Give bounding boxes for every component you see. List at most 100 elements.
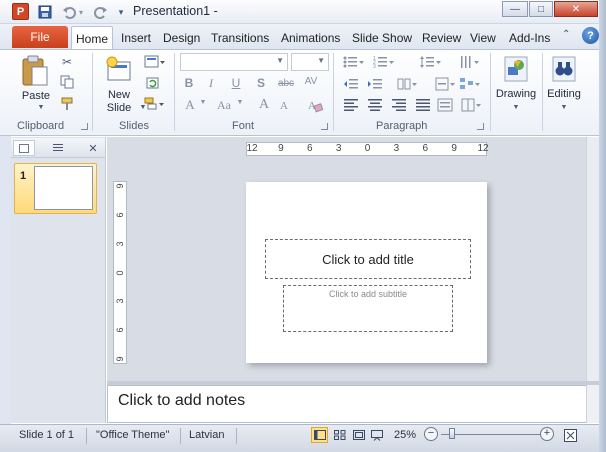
- layout-icon[interactable]: [143, 53, 167, 71]
- horizontal-ruler-tick: 6: [306, 143, 313, 154]
- maximize-button[interactable]: □: [529, 1, 553, 17]
- tab-insert[interactable]: Insert: [121, 28, 151, 48]
- zoom-out-button[interactable]: −: [424, 427, 438, 441]
- tab-review[interactable]: Review: [422, 28, 461, 48]
- clipboard-launcher-icon[interactable]: [81, 123, 88, 130]
- align-text-icon[interactable]: [434, 76, 458, 92]
- window-title: Presentation1 -: [133, 4, 218, 18]
- status-divider: [236, 428, 237, 444]
- column-layout-icon[interactable]: [460, 97, 484, 113]
- copy-icon[interactable]: [58, 74, 76, 90]
- font-color-dropdown-icon[interactable]: ▼: [199, 99, 207, 106]
- italic-button[interactable]: I: [203, 75, 219, 91]
- tab-file[interactable]: File: [12, 26, 68, 48]
- format-painter-icon[interactable]: [58, 96, 76, 112]
- outline-tab-icon[interactable]: [47, 140, 69, 156]
- slides-tab-icon[interactable]: [13, 140, 35, 156]
- editing-button[interactable]: Editing: [543, 88, 585, 100]
- editing-dropdown-icon[interactable]: ▼: [560, 104, 568, 111]
- binoculars-icon[interactable]: [550, 54, 578, 84]
- save-icon[interactable]: [36, 3, 54, 21]
- paste-button[interactable]: Paste: [18, 90, 54, 102]
- grow-font-button[interactable]: A: [255, 96, 273, 114]
- new-slide-label-2[interactable]: Slide: [100, 102, 138, 114]
- vertical-ruler-tick: 9: [115, 356, 125, 362]
- slide-thumbnail[interactable]: [34, 166, 93, 210]
- shadow-button[interactable]: S: [253, 75, 269, 91]
- customize-qat-icon[interactable]: ▾: [115, 3, 127, 21]
- strikethrough-button[interactable]: abc: [275, 75, 297, 91]
- slide-number: 1: [20, 170, 27, 182]
- decrease-indent-icon[interactable]: [342, 76, 360, 92]
- shrink-font-button[interactable]: A: [276, 98, 292, 114]
- line-spacing-icon[interactable]: [418, 54, 442, 70]
- bold-button[interactable]: B: [181, 75, 197, 91]
- distributed-icon[interactable]: [436, 97, 454, 113]
- font-name-combo[interactable]: ▼: [180, 53, 288, 71]
- new-slide-label-1[interactable]: New: [100, 89, 138, 101]
- vertical-ruler-tick: 0: [115, 270, 125, 276]
- title-placeholder[interactable]: Click to add title: [265, 239, 471, 279]
- tab-slide-show[interactable]: Slide Show: [352, 28, 412, 48]
- zoom-slider[interactable]: [441, 434, 541, 435]
- font-launcher-icon[interactable]: [321, 123, 328, 130]
- numbering-icon[interactable]: 123: [372, 54, 396, 70]
- zoom-slider-thumb[interactable]: [449, 428, 455, 439]
- clear-formatting-icon[interactable]: A: [306, 96, 324, 114]
- normal-view-icon[interactable]: [311, 427, 328, 443]
- reset-slide-icon[interactable]: [143, 75, 163, 91]
- columns-icon[interactable]: [396, 76, 420, 92]
- align-right-icon[interactable]: [390, 97, 408, 113]
- reading-view-icon[interactable]: [350, 427, 367, 443]
- tab-design[interactable]: Design: [163, 28, 200, 48]
- group-divider: [490, 53, 491, 131]
- subtitle-placeholder[interactable]: Click to add subtitle: [283, 285, 453, 332]
- paragraph-launcher-icon[interactable]: [477, 123, 484, 130]
- drawing-shapes-icon[interactable]: [502, 54, 530, 84]
- underline-button[interactable]: U: [228, 75, 244, 91]
- font-name-dropdown-icon[interactable]: ▼: [276, 56, 284, 65]
- fit-to-window-icon[interactable]: [562, 427, 579, 443]
- section-icon[interactable]: [143, 96, 167, 112]
- increase-indent-icon[interactable]: [366, 76, 384, 92]
- font-color-button[interactable]: A: [182, 97, 198, 113]
- justify-icon[interactable]: [414, 97, 432, 113]
- drawing-button[interactable]: Drawing: [494, 88, 538, 100]
- redo-icon[interactable]: [92, 3, 110, 21]
- font-size-dropdown-icon[interactable]: ▼: [317, 56, 325, 65]
- language-indicator[interactable]: Latvian: [189, 429, 224, 443]
- tab-add-ins[interactable]: Add-Ins: [509, 28, 550, 48]
- minimize-ribbon-icon[interactable]: ⌃: [562, 29, 570, 40]
- notes-scrollbar[interactable]: [586, 385, 599, 423]
- character-spacing-button[interactable]: AV: [300, 73, 322, 89]
- tab-animations[interactable]: Animations: [281, 28, 340, 48]
- align-center-icon[interactable]: [366, 97, 384, 113]
- zoom-in-button[interactable]: +: [540, 427, 554, 441]
- align-left-icon[interactable]: [342, 97, 360, 113]
- smartart-icon[interactable]: [458, 76, 482, 92]
- slide-vertical-scrollbar[interactable]: [586, 137, 599, 382]
- help-icon[interactable]: ?: [582, 27, 599, 44]
- slide-sorter-icon[interactable]: [331, 427, 348, 443]
- change-case-button[interactable]: Aa: [213, 97, 235, 113]
- drawing-dropdown-icon[interactable]: ▼: [512, 104, 520, 111]
- cut-icon[interactable]: ✂: [58, 54, 76, 70]
- undo-dropdown-icon[interactable]: ▾: [76, 3, 86, 21]
- close-button[interactable]: ✕: [554, 1, 598, 17]
- bullets-icon[interactable]: [342, 54, 366, 70]
- text-direction-icon[interactable]: [458, 53, 482, 71]
- tab-transitions[interactable]: Transitions: [211, 28, 269, 48]
- close-panel-icon[interactable]: ✕: [82, 140, 104, 156]
- slide-show-icon[interactable]: [368, 427, 385, 443]
- paste-dropdown-icon[interactable]: ▼: [37, 104, 45, 111]
- zoom-level[interactable]: 25%: [394, 429, 416, 443]
- change-case-dropdown-icon[interactable]: ▼: [236, 99, 244, 106]
- new-slide-icon[interactable]: [103, 55, 133, 85]
- font-size-combo[interactable]: ▼: [291, 53, 329, 71]
- powerpoint-app-icon[interactable]: P: [12, 3, 29, 20]
- paste-icon[interactable]: [20, 54, 50, 88]
- minimize-button[interactable]: —: [502, 1, 528, 17]
- tab-view[interactable]: View: [470, 28, 496, 48]
- notes-placeholder[interactable]: Click to add notes: [118, 392, 245, 410]
- tab-home[interactable]: Home: [71, 26, 113, 50]
